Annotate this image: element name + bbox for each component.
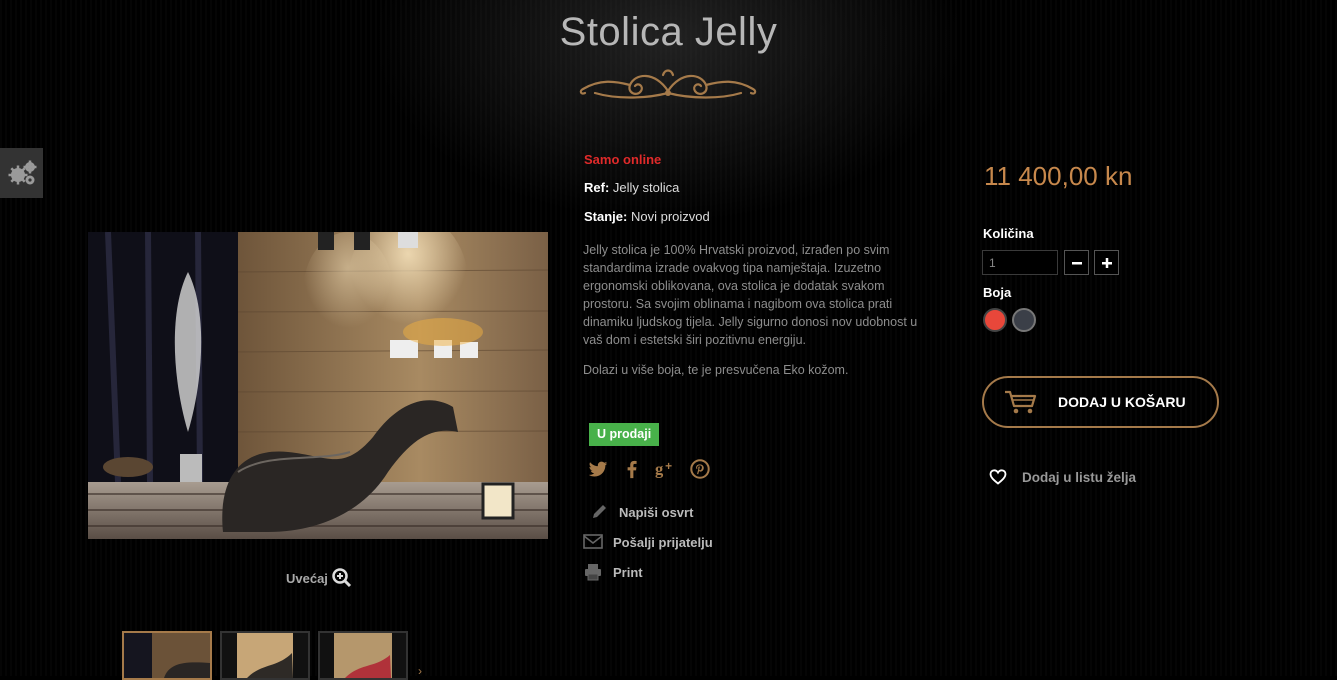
add-to-cart-button[interactable]: DODAJ U KOŠARU [982,376,1219,428]
send-to-friend-link[interactable]: Pošalji prijatelju [583,533,713,551]
product-price: 11 400,00 kn [984,161,1133,191]
envelope-icon [583,534,603,549]
add-to-cart-label: DODAJ U KOŠARU [1058,394,1186,410]
reference-label: Ref: [584,180,610,195]
send-to-friend-label: Pošalji prijatelju [613,534,713,550]
thumbnail-1[interactable] [122,631,212,680]
description-paragraph: Jelly stolica je 100% Hrvatski proizvod,… [583,243,918,347]
shopping-cart-icon [1005,390,1037,414]
condition-label: Stanje: [584,209,628,224]
page-title: Stolica Jelly [559,10,778,54]
online-only-label: Samo online [584,152,662,167]
color-label: Boja [983,285,1012,300]
twitter-icon[interactable] [587,458,609,480]
add-to-wishlist-link[interactable]: Dodaj u listu želja [989,469,1136,485]
write-review-link[interactable]: Napiši osvrt [589,503,693,521]
color-swatch-dark-gray[interactable] [1012,308,1036,332]
quantity-decrease-button[interactable] [1064,250,1089,275]
wishlist-label: Dodaj u listu želja [1022,469,1137,485]
pinterest-icon[interactable] [689,458,711,480]
facebook-icon[interactable] [621,458,643,480]
stock-badge: U prodaji [589,423,660,446]
product-description: Jelly stolica je 100% Hrvatski proizvod,… [583,241,933,391]
thumbnail-2[interactable] [220,631,310,680]
heart-icon [989,469,1007,485]
zoom-link[interactable]: Uvećaj [286,568,352,588]
color-swatch-red[interactable] [983,308,1007,332]
ornament-divider-icon [579,69,757,99]
plus-icon [1101,257,1112,268]
thumbnail-3[interactable] [318,631,408,680]
condition-row: Stanje: Novi proizvod [584,209,710,224]
svg-text:g: g [655,460,664,479]
reference-value: Jelly stolica [612,180,680,195]
quantity-input[interactable] [982,250,1058,275]
printer-icon [585,564,601,581]
print-label: Print [613,564,643,580]
condition-value: Novi proizvod [630,209,710,224]
pencil-icon [593,505,606,518]
product-main-image[interactable] [88,232,548,539]
zoom-in-icon [332,568,351,588]
quantity-label: Količina [983,226,1034,241]
settings-gears-icon[interactable] [0,148,43,198]
write-review-label: Napiši osvrt [619,504,694,520]
zoom-label: Uvećaj [286,570,328,586]
minus-icon [1071,261,1082,264]
quantity-increase-button[interactable] [1094,250,1119,275]
print-link[interactable]: Print [583,563,643,581]
svg-text:+: + [665,459,672,473]
reference-row: Ref: Jelly stolica [584,180,679,195]
google-plus-icon[interactable]: g + [655,458,677,480]
description-paragraph: Dolazi u više boja, te je presvučena Eko… [583,363,849,377]
